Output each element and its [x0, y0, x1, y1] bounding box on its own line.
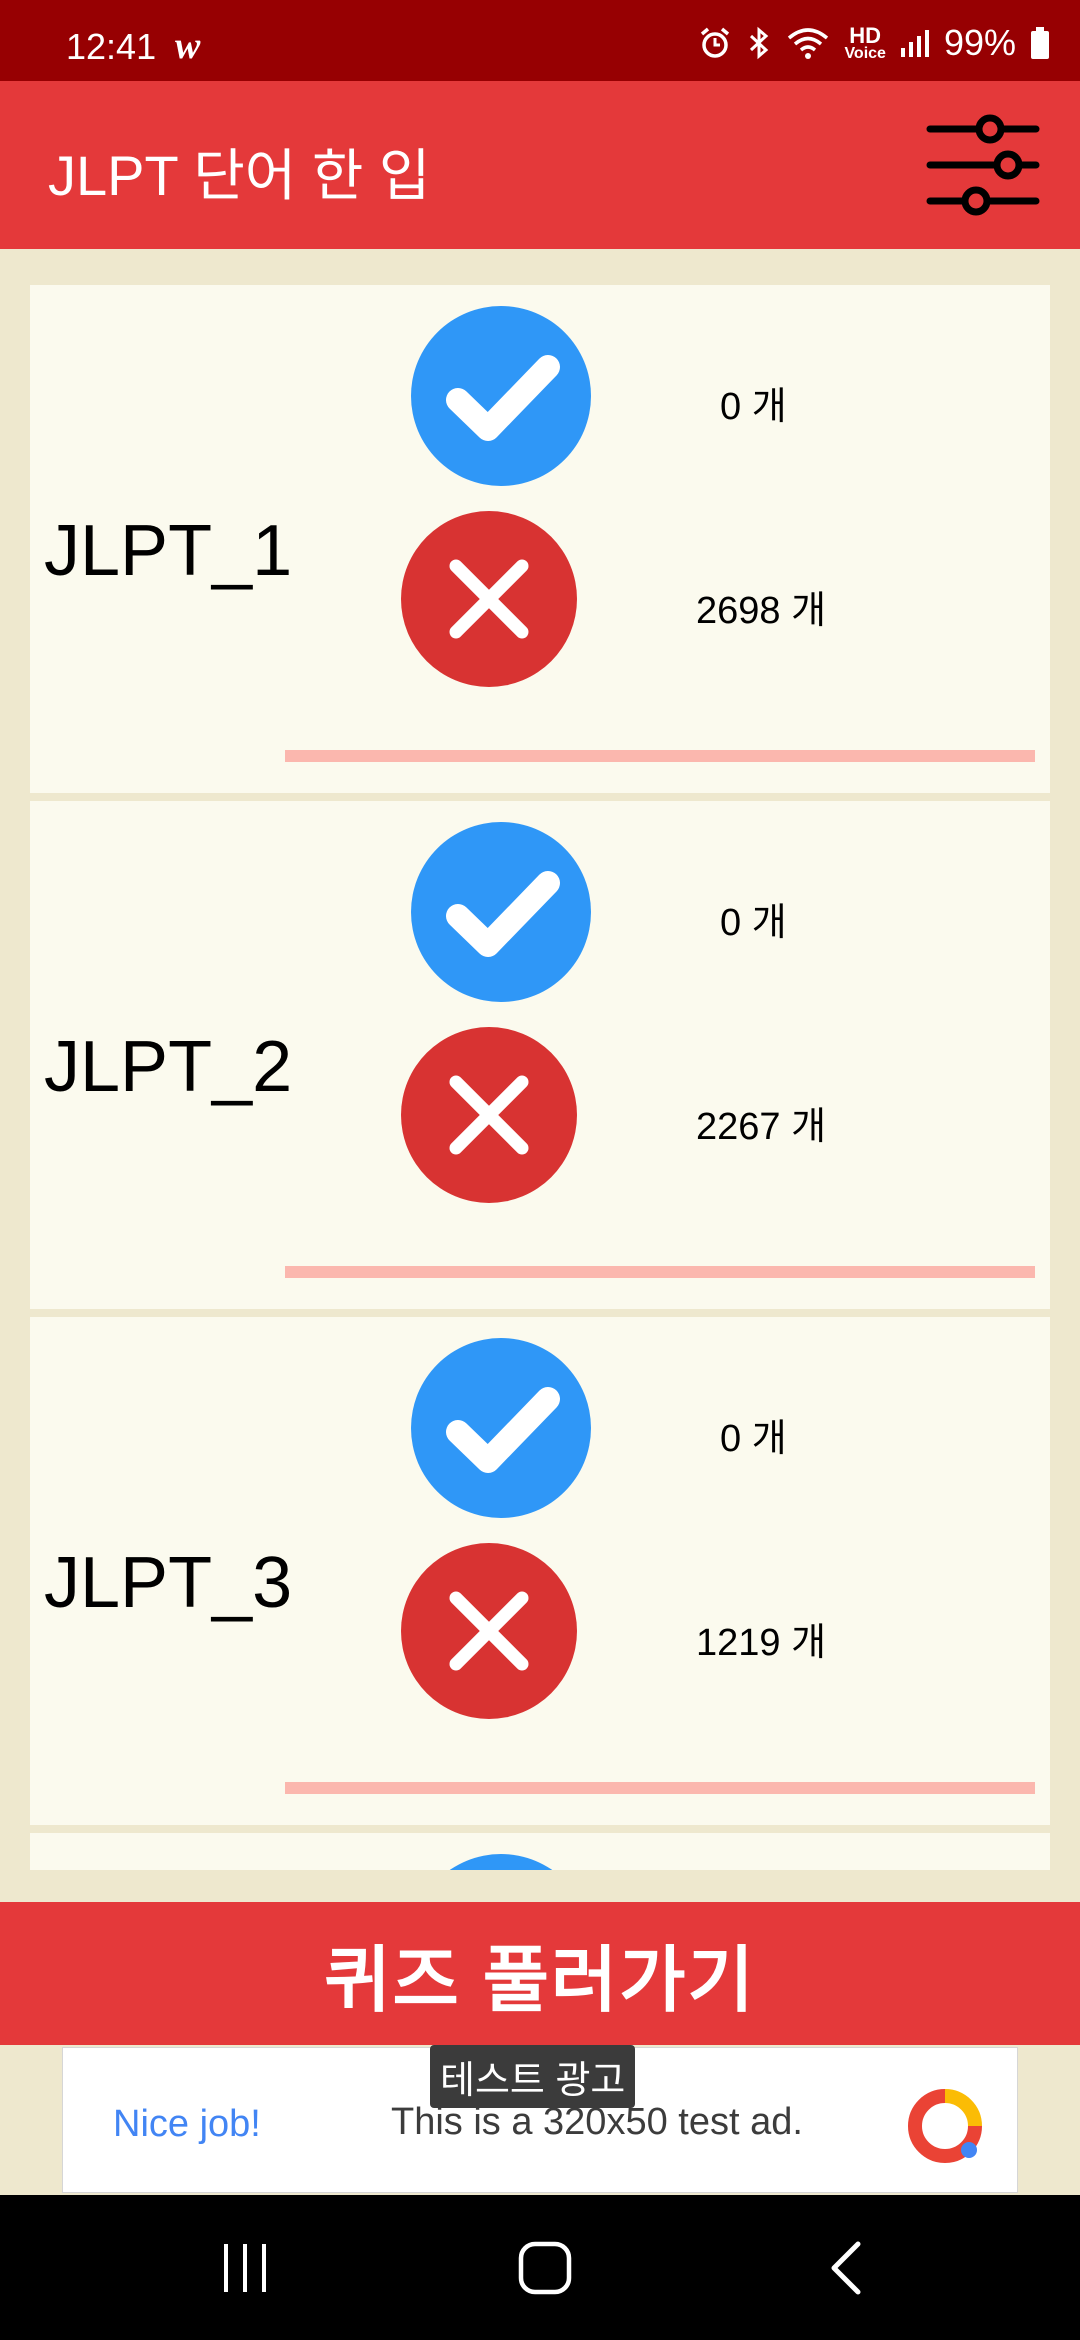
- wrong-count: 2698 개: [696, 590, 827, 632]
- cross-icon: [401, 1543, 577, 1719]
- app-bar: JLPT 단어 한 입: [0, 81, 1080, 249]
- check-icon: [411, 1338, 591, 1518]
- quiz-start-button[interactable]: 퀴즈 풀러가기: [0, 1902, 1080, 2045]
- ad-logo-icon: [908, 2089, 982, 2163]
- cross-icon: [401, 1027, 577, 1203]
- level-list[interactable]: JLPT_1 0 개 2698 개 JLPT_2 0 개 2267 개 JLPT…: [0, 249, 1080, 1870]
- sliders-icon[interactable]: [924, 107, 1042, 223]
- level-label: JLPT_2: [44, 1027, 293, 1107]
- status-time: 12:41: [66, 26, 157, 67]
- level-label: JLPT_1: [44, 511, 293, 591]
- progress-bar: [285, 1782, 1035, 1794]
- level-label: JLPT_3: [44, 1543, 293, 1623]
- level-card-jlpt1[interactable]: JLPT_1 0 개 2698 개: [30, 285, 1050, 793]
- carrier-icon: w: [175, 25, 201, 67]
- wifi-icon: [788, 28, 829, 59]
- progress-bar: [285, 750, 1035, 762]
- wrong-count: 1219 개: [696, 1622, 827, 1664]
- level-card-jlpt2[interactable]: JLPT_2 0 개 2267 개: [30, 801, 1050, 1309]
- ad-tag-label: 테스트 광고: [430, 2045, 636, 2108]
- recent-apps-icon[interactable]: [220, 2240, 270, 2296]
- correct-count: 0 개: [720, 1418, 787, 1460]
- battery-icon: [1031, 27, 1049, 59]
- nav-bar: [0, 2195, 1080, 2340]
- home-icon[interactable]: [516, 2240, 574, 2296]
- battery-percent: 99%: [943, 22, 1016, 63]
- check-icon: [411, 306, 591, 486]
- wrong-count: 2267 개: [696, 1106, 827, 1148]
- level-card-partial[interactable]: [30, 1833, 1050, 1870]
- voice-label: Voice: [844, 44, 886, 62]
- correct-count: 0 개: [720, 386, 787, 428]
- hd-label: HD: [849, 22, 882, 48]
- hd-voice-icon: HD Voice: [844, 22, 886, 62]
- back-icon[interactable]: [826, 2240, 866, 2296]
- status-bar: 12:41 w HD Voice 99%: [0, 0, 1080, 81]
- check-icon: [411, 822, 591, 1002]
- app-title: JLPT 단어 한 입: [48, 144, 431, 207]
- cross-icon: [401, 511, 577, 687]
- progress-bar: [285, 1266, 1035, 1278]
- correct-count: 0 개: [720, 902, 787, 944]
- ad-nice-text: Nice job!: [113, 2103, 261, 2145]
- level-card-jlpt3[interactable]: JLPT_3 0 개 1219 개: [30, 1317, 1050, 1825]
- check-icon: [449, 1854, 553, 1870]
- alarm-icon: [701, 27, 730, 58]
- signal-icon: [900, 30, 929, 57]
- status-icons: HD Voice 99%: [698, 22, 1050, 64]
- bluetooth-icon: [750, 26, 769, 60]
